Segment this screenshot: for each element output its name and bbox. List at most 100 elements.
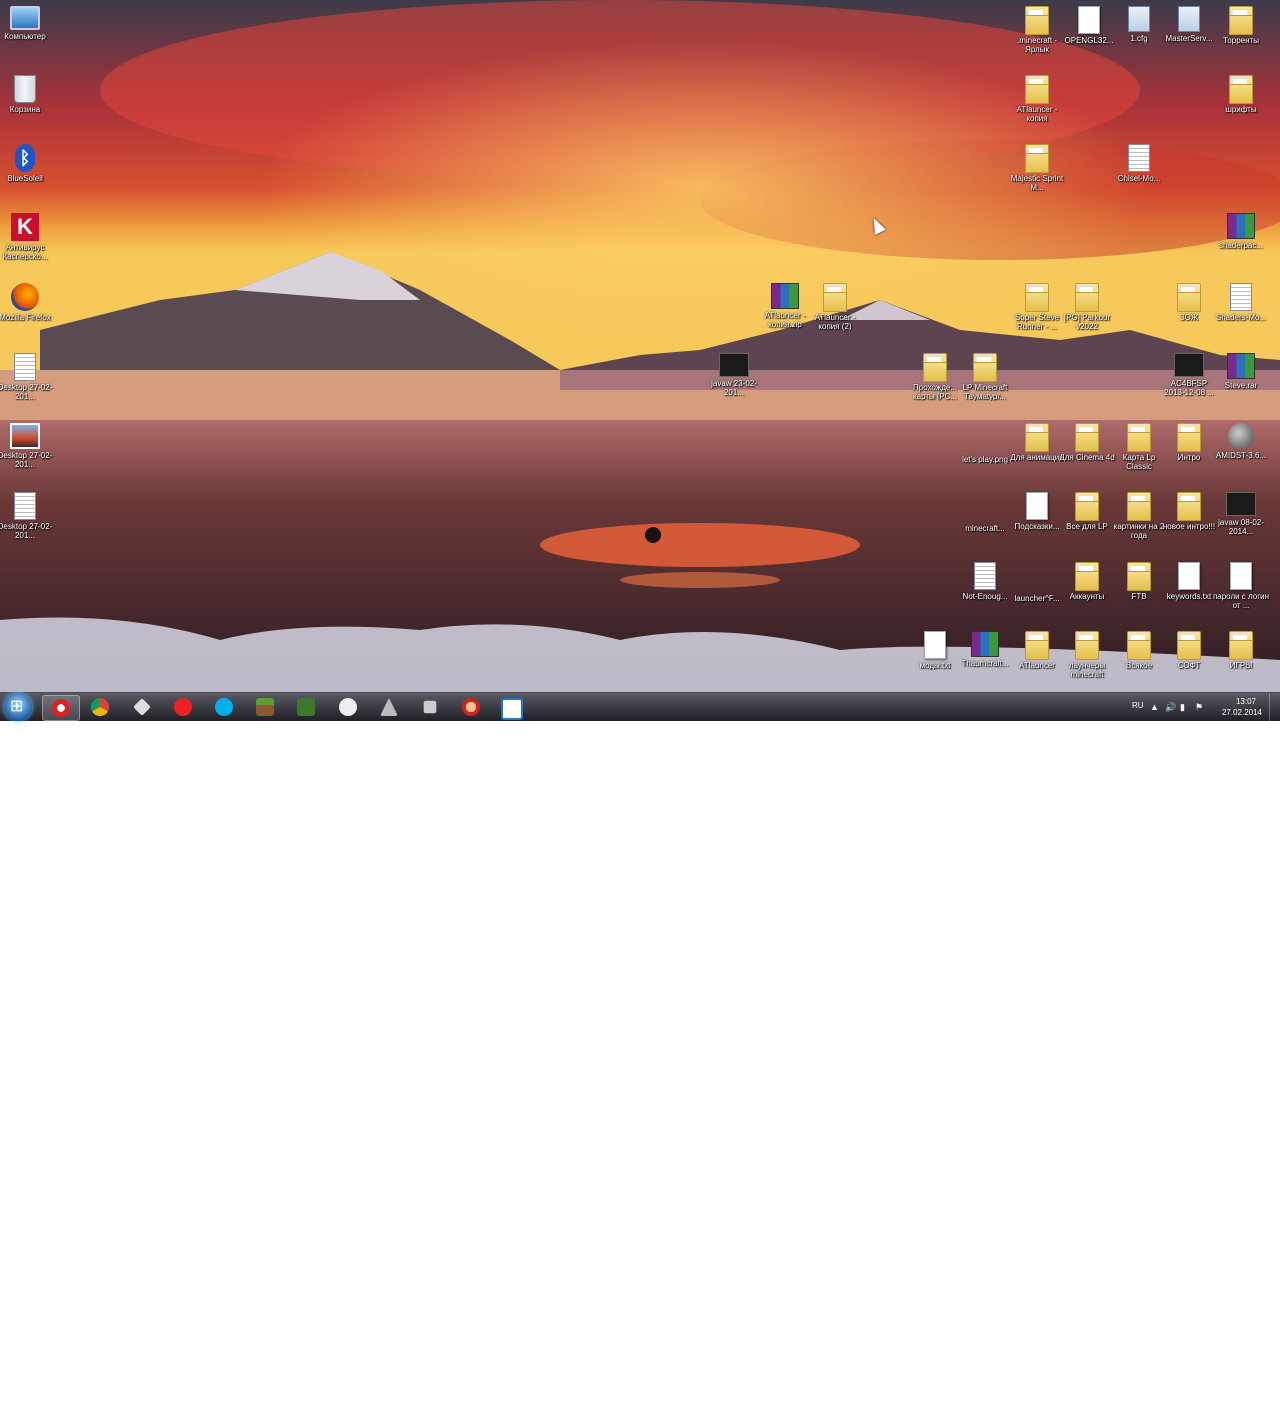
action-center-icon[interactable]: ⚑ <box>1195 702 1205 712</box>
bandicam-icon <box>501 698 523 720</box>
clock-time[interactable]: 13:07 <box>1236 697 1256 706</box>
wallpaper-watermark: Kyle Wolski Photography <box>940 1391 1092 1405</box>
archive-icon <box>771 283 799 309</box>
folder-icon <box>923 353 947 382</box>
desktop-icon-pg-parkour[interactable]: [PG] Parkour v2022 <box>1058 281 1116 331</box>
document-icon <box>14 353 36 381</box>
desktop-icon-minecraft-video[interactable]: minecraft... <box>956 490 1014 533</box>
desktop-icon-desktop-3[interactable]: Desktop 27-02-201... <box>0 490 54 540</box>
desktop-icon-chisel-mod[interactable]: Chisel-Mo... <box>1110 142 1168 183</box>
desktop-icon-label: shaderpac... <box>1218 241 1264 250</box>
firefox-icon <box>11 283 39 311</box>
desktop-icon-not-enough[interactable]: Not-Enoug... <box>956 560 1014 601</box>
desktop-icon-shaders-mod[interactable]: Shaders-Mo... <box>1212 281 1270 322</box>
taskbar-app-network[interactable] <box>412 695 448 719</box>
desktop-icon-label: Desktop 27-02-201... <box>0 522 53 540</box>
desktop-icon-amidst[interactable]: AMIDST-3.6... <box>1212 421 1270 460</box>
desktop-icon-atlauncer-copy-2[interactable]: ATlauncer - копия (2) <box>806 281 864 331</box>
taskbar-app-chrome[interactable] <box>82 695 118 719</box>
document-icon <box>974 562 996 590</box>
minecraft-icon <box>256 698 274 716</box>
desktop-icon-shaderpack[interactable]: shaderpac... <box>1212 211 1270 250</box>
desktop-icon-steve-rar[interactable]: Steve.rar <box>1212 351 1270 390</box>
desktop-icon-kaspersky[interactable]: K Антивирус Касперско... <box>0 211 54 261</box>
desktop-icon-intro[interactable]: Интро <box>1160 421 1218 462</box>
desktop-icon-label: ЗОЖ <box>1179 313 1199 322</box>
language-indicator[interactable]: RU <box>1132 701 1144 710</box>
desktop-icon-majestic-sprint[interactable]: Majestic Sprint M... <box>1008 142 1066 192</box>
desktop-icon-zozh[interactable]: ЗОЖ <box>1160 281 1218 322</box>
archive-icon <box>1227 353 1255 379</box>
folder-icon <box>1127 562 1151 591</box>
desktop-icon-soft[interactable]: СОФТ <box>1160 629 1218 670</box>
desktop-icon-lp-minecraft[interactable]: LP Minecraft Таумаtург... <box>956 351 1014 401</box>
folder-icon <box>1075 631 1099 660</box>
desktop-icon-ac4bfsp[interactable]: AC4BFSP 2013-12-08 ... <box>1160 351 1218 397</box>
folder-icon <box>1127 423 1151 452</box>
desktop-icon-masterserv[interactable]: MasterServ... <box>1160 4 1218 43</box>
taskbar-app-skype[interactable] <box>206 695 242 719</box>
desktop-icon-label: LP Minecraft Таумаtург... <box>962 383 1008 401</box>
folder-icon <box>1075 283 1099 312</box>
bluetooth-icon: ᛒ <box>15 144 35 172</box>
desktop-icon-minecraft-shortcut[interactable]: .minecraft - Ярлык <box>1008 4 1066 54</box>
folder-icon <box>1025 283 1049 312</box>
assassins-creed-icon <box>380 698 398 716</box>
desktop-icon-firefox[interactable]: Mozilla Firefox <box>0 281 54 322</box>
folder-icon <box>1177 492 1201 521</box>
cfg-icon <box>1178 6 1200 32</box>
unity-icon <box>339 698 357 716</box>
archive-icon <box>1227 213 1255 239</box>
launcher-icon <box>297 698 315 716</box>
desktop-icon-accounts[interactable]: Аккаунты <box>1058 560 1116 601</box>
folder-icon <box>1229 6 1253 35</box>
taskbar-app-mario[interactable] <box>453 695 489 719</box>
desktop-icon-recycle-bin[interactable]: Корзина <box>0 73 54 114</box>
desktop-icon-javaw-2[interactable]: javaw 08-02-2014... <box>1212 490 1270 536</box>
desktop-icon-desktop-1[interactable]: Desktop 27-02-201... <box>0 351 54 401</box>
desktop-icon-computer[interactable]: Компьютер <box>0 4 54 41</box>
show-desktop-button[interactable] <box>1269 693 1280 721</box>
desktop-icon-minecraft-launchers[interactable]: лаунчеры minecraft <box>1058 629 1116 679</box>
taskbar-app-yandex[interactable] <box>165 695 201 719</box>
desktop-icon-new-intro[interactable]: новое интро!!! <box>1160 490 1218 531</box>
desktop-icon-lets-play-png[interactable]: let's play.png <box>956 421 1014 464</box>
start-button[interactable] <box>4 693 32 721</box>
desktop-icon-javaw-1[interactable]: javaw 23-02-201... <box>705 351 763 397</box>
taskbar-app-assassins-creed[interactable] <box>371 695 407 719</box>
desktop-icon-bluesoleil[interactable]: ᛒ BlueSoleil <box>0 142 54 183</box>
desktop-icon-fonts[interactable]: шрифты <box>1212 73 1270 114</box>
desktop-icon-atlauncer-copy[interactable]: ATlauncer - копия <box>1008 73 1066 123</box>
chevron-up-icon[interactable]: ▲ <box>1150 702 1160 712</box>
folder-icon <box>973 353 997 382</box>
folder-icon <box>1229 631 1253 660</box>
desktop-icon-games[interactable]: ИГРЫ <box>1212 629 1270 670</box>
folder-icon <box>1025 631 1049 660</box>
desktop-icon-label: Desktop 27-02-201... <box>0 383 53 401</box>
desktop-icon-torrents[interactable]: Торренты <box>1212 4 1270 45</box>
desktop-icon-all-for-lp[interactable]: Все для LP <box>1058 490 1116 531</box>
desktop-icon-passwords[interactable]: пароли с логин от ... <box>1212 560 1270 610</box>
desktop-icon-label: MasterServ... <box>1165 34 1213 43</box>
desktop-icon-keywords[interactable]: keywords.txt <box>1160 560 1218 601</box>
taskbar-app-launcher[interactable] <box>288 695 324 719</box>
video-icon <box>719 353 749 377</box>
taskbar-app-minecraft[interactable] <box>247 695 283 719</box>
desktop-icon-thaumcraft[interactable]: Thaumcraft... <box>956 629 1014 668</box>
desktop-icon-label: Аккаунты <box>1069 592 1105 601</box>
taskbar-app-media-player[interactable] <box>42 695 80 721</box>
mario-icon <box>462 698 480 716</box>
file-icon <box>1230 562 1252 590</box>
taskbar-app-unity[interactable] <box>330 695 366 719</box>
volume-icon[interactable]: 🔊 <box>1165 702 1176 712</box>
desktop-icon-label: Для Cinema 4d <box>1059 453 1115 462</box>
desktop-icon-for-cinema4d[interactable]: Для Cinema 4d <box>1058 421 1116 462</box>
file-icon <box>1178 562 1200 590</box>
image-icon <box>970 423 1000 453</box>
desktop-icon-desktop-2[interactable]: Desktop 27-02-201... <box>0 421 54 469</box>
desktop-icon-label: AC4BFSP 2013-12-08 ... <box>1164 379 1214 397</box>
taskbar-app-generic[interactable] <box>124 695 160 719</box>
network-tray-icon[interactable]: ▮ <box>1180 702 1190 712</box>
clock-date[interactable]: 27.02.2014 <box>1222 708 1262 717</box>
taskbar-app-bandicam[interactable] <box>494 695 530 720</box>
